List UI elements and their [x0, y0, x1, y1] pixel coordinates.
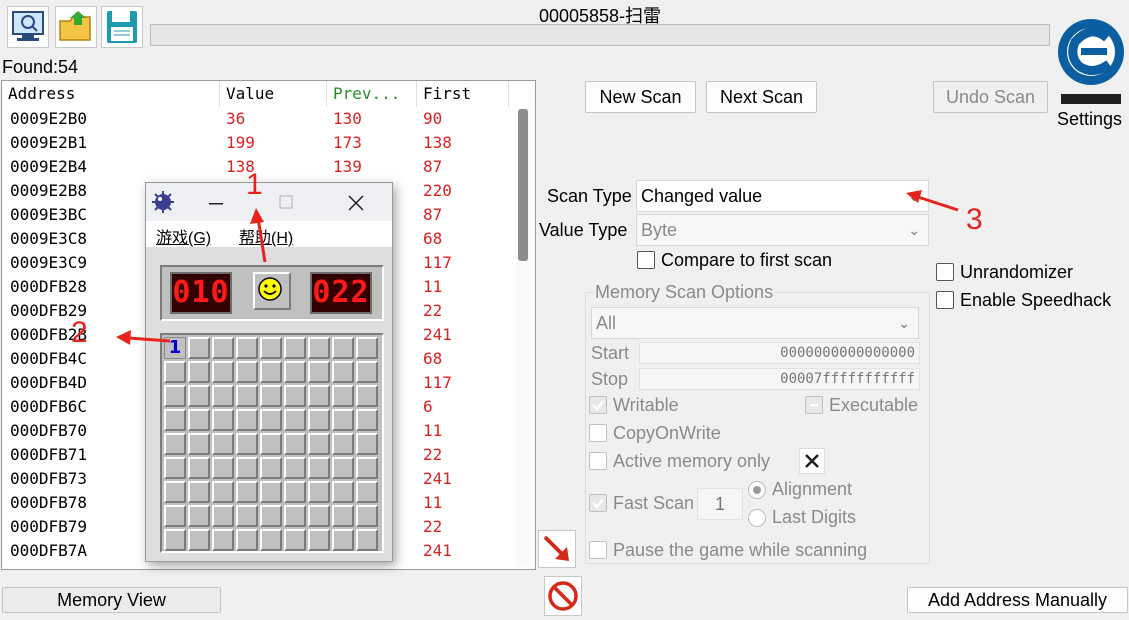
- annotation-number-3: 3: [966, 203, 983, 236]
- annotation-arrowhead-3: [906, 190, 922, 203]
- annotation-overlay: [116, 190, 959, 345]
- annotation-arrow-2: [127, 336, 171, 343]
- annotation-arrow-3: [917, 195, 959, 212]
- annotation-number-1: 1: [246, 168, 263, 201]
- annotation-arrowhead-2: [116, 330, 131, 345]
- annotation-arrowhead-1: [250, 208, 264, 224]
- annotation-number-2: 2: [71, 316, 88, 349]
- annotation-arrow-1: [256, 217, 267, 263]
